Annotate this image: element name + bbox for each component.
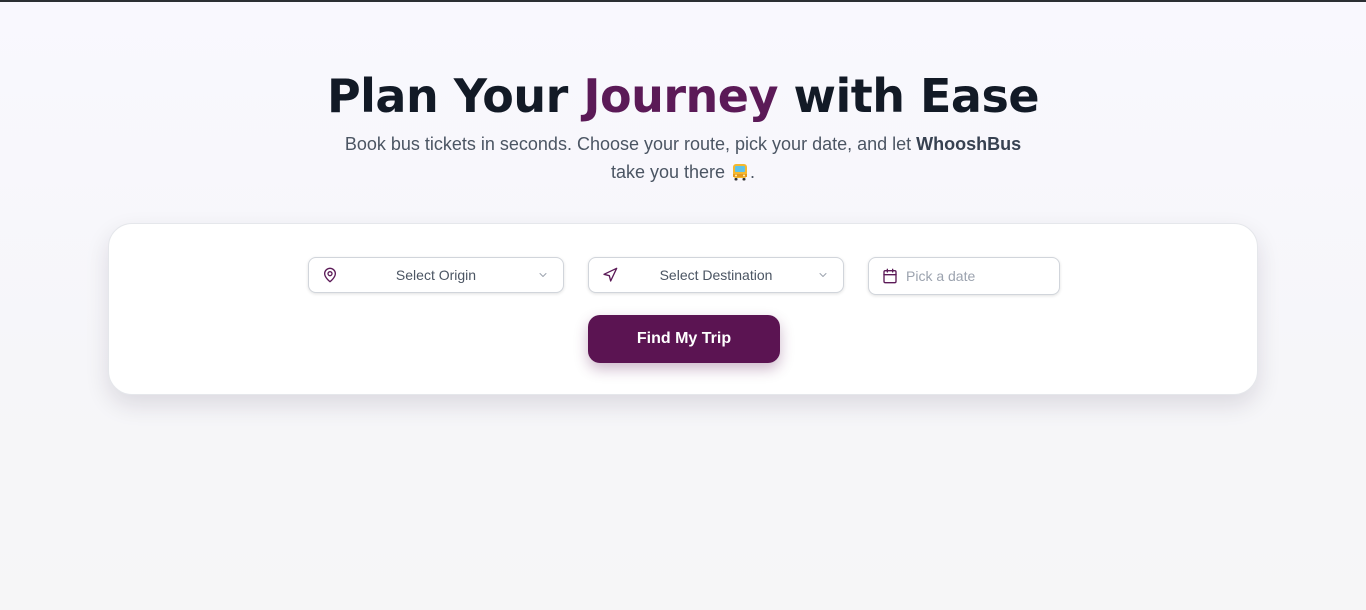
subtitle-end: . [750, 162, 756, 182]
hero-section: Plan Your Journey with Ease Book bus tic… [0, 68, 1366, 186]
origin-select[interactable]: Select Origin [308, 257, 564, 293]
chevron-down-icon [819, 273, 827, 277]
chevron-down-icon [539, 273, 547, 277]
subtitle-text: Book bus tickets in seconds. Choose your… [344, 134, 917, 154]
date-placeholder: Pick a date [906, 268, 976, 284]
date-picker[interactable]: Pick a date [868, 257, 1060, 295]
find-my-trip-button[interactable]: Find My Trip [588, 315, 780, 363]
origin-placeholder: Select Origin [395, 267, 477, 283]
title-accent: Journey [583, 69, 778, 123]
page-subtitle: Book bus tickets in seconds. Choose your… [343, 130, 1023, 186]
bus-icon [730, 162, 750, 182]
calendar-icon [883, 268, 897, 284]
subtitle-text-2: take you there [610, 162, 731, 182]
destination-select[interactable]: Select Destination [588, 257, 844, 293]
search-card: Select Origin Select Destination Pick a … [108, 223, 1258, 395]
brand-name: WhooshBus [916, 134, 1022, 154]
title-part-2: with Ease [777, 69, 1040, 123]
destination-placeholder: Select Destination [659, 267, 773, 283]
title-part-1: Plan Your [326, 69, 584, 123]
page-title: Plan Your Journey with Ease [0, 68, 1366, 124]
